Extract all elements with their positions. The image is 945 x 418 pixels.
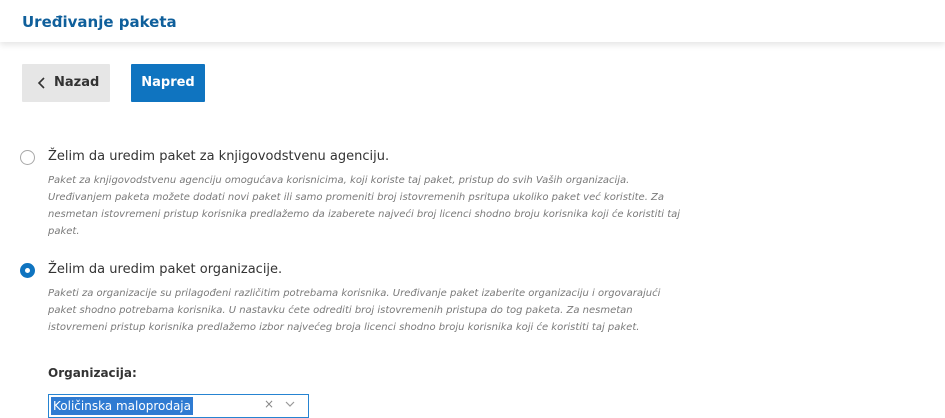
description-line: paket. bbox=[48, 226, 80, 237]
option-description: Paket za knjigovodstvenu agenciju omoguć… bbox=[48, 172, 783, 240]
description-line: istovremeni pristup korisnika predlažemo… bbox=[48, 322, 640, 333]
organization-select-value[interactable]: Količinska maloprodaja bbox=[51, 397, 193, 415]
description-line: Paket za knjigovodstvenu agenciju omoguć… bbox=[48, 175, 630, 186]
page-header: Uređivanje paketa bbox=[0, 0, 945, 42]
radio-agency-package[interactable] bbox=[20, 150, 35, 165]
chevron-down-icon[interactable] bbox=[285, 401, 295, 408]
description-line: Paketi za organizacije su prilagođeni ra… bbox=[48, 288, 661, 299]
organization-label: Organizacija: bbox=[48, 366, 137, 380]
organization-select[interactable]: Količinska maloprodaja × bbox=[48, 394, 309, 418]
back-button[interactable]: Nazad bbox=[22, 64, 110, 102]
description-line: nesmetan istovremeni pristup korisnika p… bbox=[48, 209, 681, 220]
option-label[interactable]: Želim da uredim paket organizacije. bbox=[48, 262, 282, 277]
description-line: Uređivanjem paketa možete dodati novi pa… bbox=[48, 192, 665, 203]
option-description: Paketi za organizacije su prilagođeni ra… bbox=[48, 285, 783, 336]
next-button-label: Napred bbox=[141, 75, 195, 90]
radio-organization-package[interactable] bbox=[20, 263, 35, 278]
back-button-label: Nazad bbox=[54, 75, 100, 90]
clear-icon[interactable]: × bbox=[264, 397, 274, 411]
chevron-left-icon bbox=[37, 77, 45, 89]
page-title: Uređivanje paketa bbox=[22, 13, 177, 31]
next-button[interactable]: Napred bbox=[131, 64, 205, 102]
option-label[interactable]: Želim da uredim paket za knjigovodstvenu… bbox=[48, 149, 389, 164]
description-line: paket shodno potrebama korisnika. U nast… bbox=[48, 305, 633, 316]
